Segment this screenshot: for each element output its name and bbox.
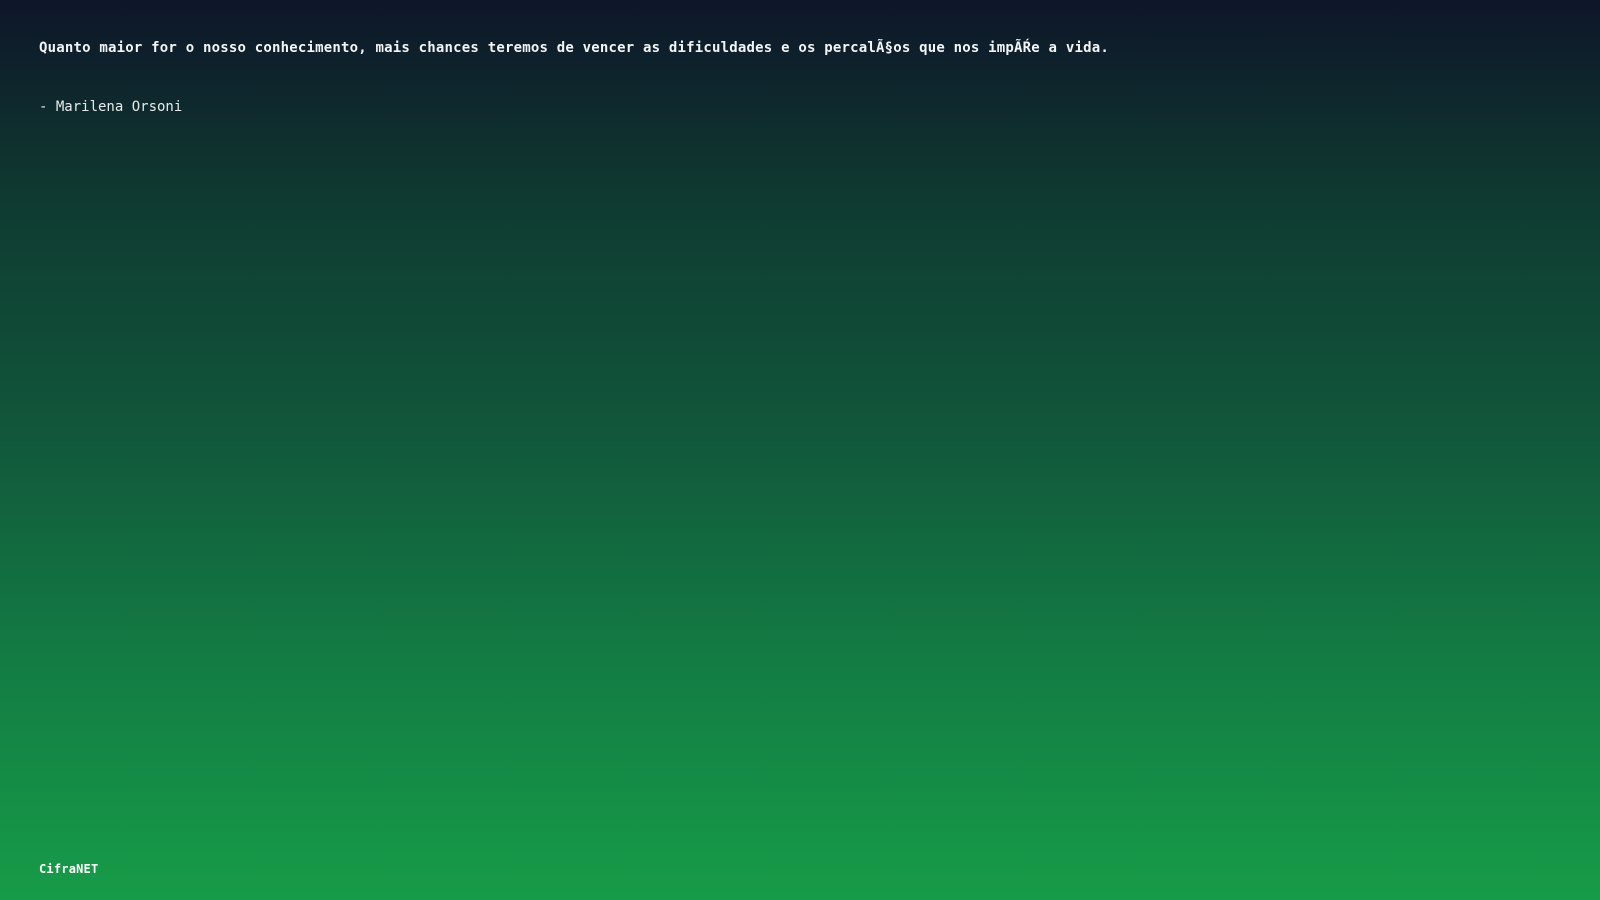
quote-author: - Marilena Orsoni xyxy=(39,99,183,115)
quote-container: Quanto maior for o nosso conhecimento, m… xyxy=(39,38,1560,117)
quote-text: Quanto maior for o nosso conhecimento, m… xyxy=(39,40,1109,56)
brand-label: CifraNET xyxy=(39,862,99,876)
